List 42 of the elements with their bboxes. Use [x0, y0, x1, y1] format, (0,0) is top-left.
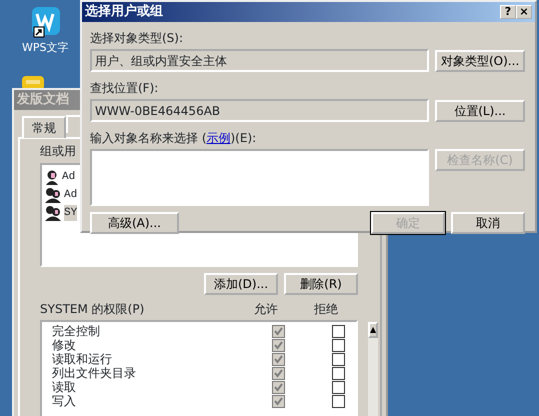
user-name[interactable]: Ad — [62, 168, 76, 186]
column-header: 允许 — [253, 301, 279, 317]
dialog-button[interactable]: 删除(R) — [284, 273, 358, 295]
window-title: 发版文档 — [17, 90, 69, 110]
dialog-button[interactable]: 位置(L)... — [435, 100, 525, 122]
window-title: 选择用户或组 — [85, 2, 164, 22]
permission-name: 修改 — [52, 338, 77, 352]
checkbox[interactable] — [332, 380, 344, 394]
permission-name: 完全控制 — [52, 324, 101, 338]
field-label: 选择对象类型(S): — [90, 30, 184, 47]
example-link[interactable]: 示例 — [206, 131, 230, 145]
column-header: 拒绝 — [313, 301, 339, 317]
field-label: 输入对象名称来选择 (示例)(E): — [90, 130, 258, 147]
checkbox[interactable] — [332, 324, 344, 338]
checkbox[interactable] — [332, 338, 344, 352]
permission-name: 列出文件夹目录 — [52, 366, 137, 380]
advanced-button[interactable]: 高级(A)... — [90, 212, 179, 234]
permission-name: 读取和运行 — [52, 352, 113, 366]
checkbox[interactable] — [332, 366, 344, 380]
title-button[interactable]: × — [516, 5, 532, 19]
dialog-button[interactable]: 添加(D)... — [204, 273, 278, 295]
users-icon — [44, 205, 62, 221]
permissions-label: SYSTEM 的权限(P) — [40, 301, 146, 317]
icon-label[interactable]: WPS文字 — [22, 40, 68, 56]
scroll-up-button[interactable]: ▲ — [368, 322, 378, 338]
tab[interactable]: 常规 — [22, 116, 66, 138]
user-name[interactable]: SY — [64, 204, 78, 222]
cancel-button[interactable]: 取消 — [451, 212, 525, 234]
permission-name: 写入 — [52, 394, 77, 408]
field-label: 查找位置(F): — [90, 80, 160, 97]
scrollbar[interactable]: ▲ — [368, 322, 378, 416]
users-icon — [44, 187, 62, 203]
permission-name: 读取 — [52, 380, 77, 394]
checkbox[interactable] — [332, 352, 344, 366]
user-name[interactable]: Ad — [64, 186, 78, 204]
note-app-icon[interactable] — [22, 76, 44, 88]
dialog-button[interactable]: 对象类型(O)... — [435, 50, 525, 72]
user-icon — [44, 169, 60, 185]
checkbox[interactable] — [332, 394, 344, 408]
name-input[interactable] — [90, 149, 429, 206]
title-button[interactable]: ? — [500, 5, 516, 19]
group-label: 组或用 — [40, 143, 77, 159]
